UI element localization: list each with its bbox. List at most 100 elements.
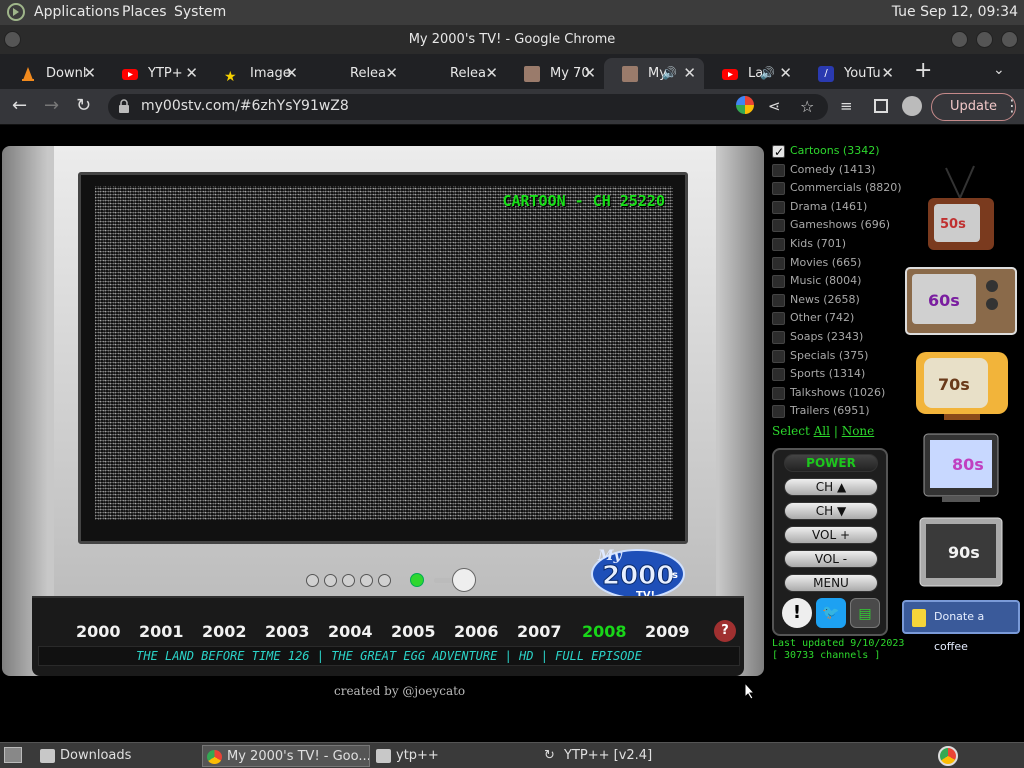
tab-my70s[interactable]: My 70 ✕: [506, 58, 604, 89]
checkbox[interactable]: [772, 330, 785, 344]
tab-downloads[interactable]: Downl ✕: [2, 58, 104, 89]
applications-menu[interactable]: Applications: [34, 4, 120, 20]
category-drama[interactable]: Drama (1461): [770, 198, 900, 217]
clock[interactable]: Tue Sep 12, 09:34: [892, 4, 1018, 20]
year-2002[interactable]: 2002: [202, 622, 247, 641]
close-tab-icon[interactable]: ✕: [185, 58, 198, 89]
share-icon[interactable]: ⋖: [768, 97, 781, 115]
channel-up-button[interactable]: CH ▲: [784, 478, 878, 496]
window-menu-button[interactable]: [4, 31, 21, 48]
tab-my2000s-active[interactable]: My 🔊 ✕: [604, 58, 704, 89]
checkbox[interactable]: [772, 256, 785, 270]
url-text[interactable]: my00stv.com/#6zhYsY91wZ8: [141, 98, 349, 114]
tv-80s-link[interactable]: 80s: [922, 432, 1000, 504]
year-2001[interactable]: 2001: [139, 622, 184, 641]
year-2008-selected[interactable]: 2008: [582, 622, 627, 641]
tv-front-button[interactable]: [360, 574, 373, 587]
close-tab-icon[interactable]: ✕: [881, 58, 894, 89]
tv-front-button[interactable]: [342, 574, 355, 587]
channel-down-button[interactable]: CH ▼: [784, 502, 878, 520]
new-tab-icon[interactable]: +: [914, 58, 932, 83]
checkbox[interactable]: [772, 275, 785, 289]
close-tab-icon[interactable]: ✕: [485, 58, 498, 89]
window-titlebar[interactable]: My 2000's TV! - Google Chrome: [0, 25, 1024, 54]
year-2004[interactable]: 2004: [328, 622, 373, 641]
tray-chrome-icon[interactable]: [938, 746, 958, 766]
category-news[interactable]: News (2658): [770, 291, 900, 310]
select-all-link[interactable]: All: [814, 424, 830, 438]
tab-ytp[interactable]: YTP+ ✕: [104, 58, 206, 89]
tv-70s-link[interactable]: 70s: [914, 350, 1010, 422]
tab-search-chevron-icon[interactable]: ⌄: [993, 62, 1005, 78]
checkbox[interactable]: [772, 293, 785, 307]
close-window-button[interactable]: [1001, 31, 1018, 48]
category-trailers[interactable]: Trailers (6951): [770, 402, 900, 421]
forward-icon[interactable]: →: [44, 95, 59, 116]
bookmark-star-icon[interactable]: ☆: [800, 97, 814, 116]
task-ytp-folder[interactable]: ytp++: [372, 745, 532, 767]
year-2005[interactable]: 2005: [391, 622, 436, 641]
kebab-menu-icon[interactable]: ⋮: [1004, 96, 1020, 115]
credit-line[interactable]: created by @joeycato: [334, 684, 465, 698]
media-control-icon[interactable]: ≡: [840, 97, 853, 115]
checkbox[interactable]: [772, 312, 785, 326]
close-tab-icon[interactable]: ✕: [583, 58, 596, 89]
checkbox[interactable]: [772, 163, 785, 177]
close-tab-icon[interactable]: ✕: [83, 58, 96, 89]
reload-icon[interactable]: ↻: [76, 95, 91, 116]
category-talkshows[interactable]: Talkshows (1026): [770, 384, 900, 403]
category-commercials[interactable]: Commercials (8820): [770, 179, 902, 198]
category-comedy[interactable]: Comedy (1413): [770, 161, 900, 180]
side-panel-icon[interactable]: [874, 99, 888, 113]
tv-90s-link[interactable]: 90s: [918, 516, 1004, 588]
category-specials[interactable]: Specials (375): [770, 347, 900, 366]
volume-down-button[interactable]: VOL -: [784, 550, 878, 568]
stack-icon[interactable]: ▤: [850, 598, 880, 628]
year-2000[interactable]: 2000: [76, 622, 121, 641]
volume-up-button[interactable]: VOL +: [784, 526, 878, 544]
category-cartoons[interactable]: Cartoons (3342): [770, 142, 900, 161]
speaker-icon[interactable]: 🔊: [662, 58, 677, 89]
omnibox[interactable]: my00stv.com/#6zhYsY91wZ8: [108, 94, 828, 120]
tab-image[interactable]: ★ Image ✕: [206, 58, 306, 89]
minimize-button[interactable]: [951, 31, 968, 48]
category-music[interactable]: Music (8004): [770, 272, 900, 291]
checkbox[interactable]: [772, 200, 785, 214]
checkbox[interactable]: [772, 219, 785, 233]
checkbox[interactable]: [772, 368, 785, 382]
year-2007[interactable]: 2007: [517, 622, 562, 641]
tv-front-button[interactable]: [378, 574, 391, 587]
select-none-link[interactable]: None: [842, 424, 875, 438]
maximize-button[interactable]: [976, 31, 993, 48]
checkbox[interactable]: [772, 237, 785, 251]
year-2003[interactable]: 2003: [265, 622, 310, 641]
category-other[interactable]: Other (742): [770, 309, 900, 328]
tab-la[interactable]: La 🔊 ✕: [704, 58, 800, 89]
back-icon[interactable]: ←: [12, 95, 27, 116]
speaker-icon[interactable]: 🔊: [760, 58, 775, 89]
close-tab-icon[interactable]: ✕: [385, 58, 398, 89]
task-ytp-app[interactable]: ↻ YTP++ [v2.4]: [540, 745, 710, 767]
donate-coffee-button[interactable]: Donate a coffee: [902, 600, 1020, 653]
show-desktop-icon[interactable]: [4, 747, 22, 763]
tab-release-2[interactable]: Relea ✕: [406, 58, 506, 89]
tv-knob[interactable]: [452, 568, 476, 592]
task-chrome[interactable]: My 2000's TV! - Goo...: [202, 745, 370, 767]
category-sports[interactable]: Sports (1314): [770, 365, 900, 384]
checkbox[interactable]: [772, 143, 785, 161]
category-gameshows[interactable]: Gameshows (696): [770, 216, 900, 235]
system-menu[interactable]: System: [174, 4, 226, 20]
tv-front-button[interactable]: [306, 574, 319, 587]
year-2006[interactable]: 2006: [454, 622, 499, 641]
lock-icon[interactable]: [118, 99, 130, 113]
category-soaps[interactable]: Soaps (2343): [770, 328, 900, 347]
category-kids[interactable]: Kids (701): [770, 235, 900, 254]
places-menu[interactable]: Places: [122, 4, 167, 20]
tab-youtube[interactable]: / YouTu ✕: [800, 58, 902, 89]
distro-logo-icon[interactable]: [6, 3, 26, 21]
help-button[interactable]: ?: [714, 620, 736, 642]
profile-avatar-icon[interactable]: [902, 96, 922, 116]
checkbox[interactable]: [772, 349, 785, 363]
tab-release-1[interactable]: Relea ✕: [306, 58, 406, 89]
tv-screen-static[interactable]: CARTOON - CH 25220: [95, 186, 673, 520]
